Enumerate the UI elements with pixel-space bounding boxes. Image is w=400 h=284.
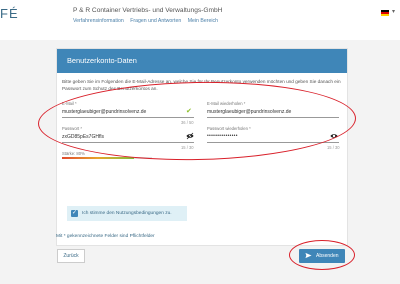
intro-text: Bitte geben Sie im Folgenden die E-Mail-… <box>62 79 341 91</box>
email-repeat-field[interactable]: musterglaeubiger@pundrinsolvenz.de <box>207 109 291 115</box>
email-field[interactable]: musterglaeubiger@pundrinsolvenz.de <box>62 109 146 115</box>
password-repeat-label: Passwort wiederholen * <box>207 126 251 131</box>
email-label: E-Mail * <box>62 101 77 106</box>
email-underline <box>62 117 194 118</box>
eye-off-icon[interactable] <box>186 132 194 140</box>
terms-box: ✓ Ich stimme den Nutzungsbedingungen zu. <box>67 206 187 221</box>
card-title: Benutzerkonto-Daten <box>67 56 137 65</box>
main-nav: Verfahrensinformation Fragen und Antwort… <box>73 18 223 24</box>
password-repeat-counter: 15 / 30 <box>327 145 340 150</box>
submit-button-label: Absenden <box>316 253 339 259</box>
password-strength-fill <box>62 157 134 159</box>
password-repeat-underline <box>207 142 339 143</box>
logo: FÉ <box>0 6 19 21</box>
nav-item-fragen-und-antworten[interactable]: Fragen und Antworten <box>130 18 181 24</box>
chevron-down-icon[interactable]: ▾ <box>392 8 395 15</box>
password-strength-bar <box>62 157 152 159</box>
password-repeat-field[interactable]: ••••••••••••••• <box>207 133 238 139</box>
eye-icon[interactable] <box>330 132 338 140</box>
password-label: Passwort * <box>62 126 83 131</box>
password-strength-label: Stärke: 80% <box>62 151 85 156</box>
password-underline <box>62 142 194 143</box>
email-counter: 36 / 50 <box>181 120 194 125</box>
password-counter: 15 / 30 <box>181 145 194 150</box>
company-name: P & R Container Vertriebs- und Verwaltun… <box>73 7 223 14</box>
account-data-card: Benutzerkonto-Daten Bitte geben Sie im F… <box>56 48 348 246</box>
required-fields-note: Mit * gekennzeichnete Felder sind Pflich… <box>56 234 155 239</box>
submit-button[interactable]: Absenden <box>299 249 345 263</box>
terms-checkbox[interactable]: ✓ <box>71 210 78 217</box>
email-repeat-label: E-Mail wiederholen * <box>207 101 246 106</box>
password-field[interactable]: zxGD85pEs7GHfls <box>62 134 104 140</box>
nav-item-verfahrensinformation[interactable]: Verfahrensinformation <box>73 18 124 24</box>
checkmark-icon: ✔ <box>186 108 192 115</box>
terms-label[interactable]: Ich stimme den Nutzungsbedingungen zu. <box>82 211 172 216</box>
check-icon: ✓ <box>72 210 78 216</box>
top-bar: FÉ P & R Container Vertriebs- und Verwal… <box>0 0 400 40</box>
card-header: Benutzerkonto-Daten <box>57 49 347 73</box>
back-button[interactable]: Zurück <box>57 249 85 263</box>
german-flag-icon[interactable] <box>381 10 389 16</box>
nav-item-mein-bereich[interactable]: Mein Bereich <box>188 18 218 24</box>
send-icon <box>305 252 312 259</box>
email-repeat-underline <box>207 117 339 118</box>
